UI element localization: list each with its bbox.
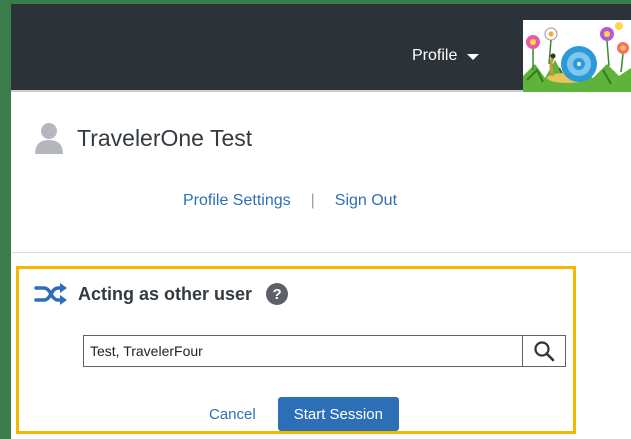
window-frame-left <box>0 0 11 439</box>
profile-settings-link[interactable]: Profile Settings <box>183 192 291 210</box>
acting-as-other-user-section: Acting as other user ? Cancel Start Sess… <box>16 266 576 434</box>
company-logo <box>523 20 631 92</box>
shuffle-icon <box>34 283 67 305</box>
cancel-button[interactable]: Cancel <box>209 406 256 423</box>
start-session-button[interactable]: Start Session <box>277 397 399 431</box>
caret-down-icon <box>467 54 480 60</box>
acting-actions: Cancel Start Session <box>209 397 399 431</box>
profile-links: Profile Settings | Sign Out <box>183 192 397 210</box>
user-silhouette-icon <box>35 123 63 154</box>
acting-header: Acting as other user ? <box>34 282 289 306</box>
profile-menu-label: Profile <box>412 47 458 64</box>
profile-menu-button[interactable]: Profile <box>412 40 480 72</box>
link-separator: | <box>310 192 315 209</box>
magnifier-icon <box>534 341 555 362</box>
sign-out-link[interactable]: Sign Out <box>335 192 397 210</box>
acting-title: Acting as other user <box>78 283 253 304</box>
search-button[interactable] <box>522 336 565 366</box>
help-icon[interactable]: ? <box>266 283 289 305</box>
user-search-input[interactable] <box>84 336 522 366</box>
snail-flowers-logo-icon <box>523 20 631 92</box>
user-name: TravelerOne Test <box>77 124 253 151</box>
user-search-field <box>83 335 566 367</box>
user-identity: TravelerOne Test <box>35 122 252 154</box>
section-divider <box>11 252 631 253</box>
